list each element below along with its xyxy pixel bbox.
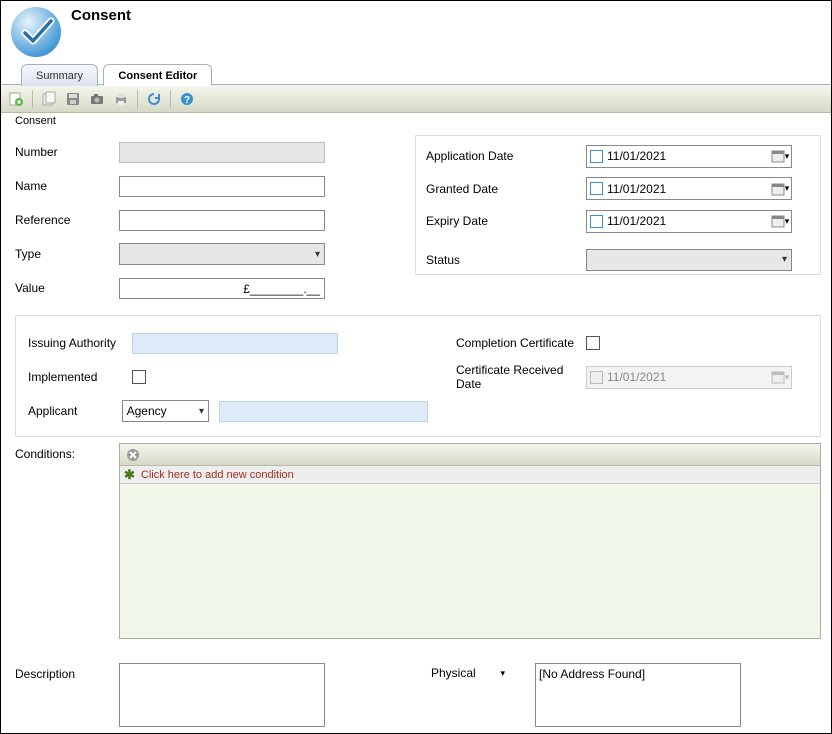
calendar-icon[interactable]: ▾	[769, 178, 791, 199]
toolbar: ?	[1, 85, 831, 113]
label-expiry-date: Expiry Date	[426, 214, 586, 228]
label-issuing-authority: Issuing Authority	[28, 336, 132, 350]
help-button[interactable]: ?	[178, 90, 196, 108]
application-date-checkbox[interactable]	[590, 150, 603, 163]
implemented-checkbox[interactable]	[132, 370, 146, 384]
app-logo	[11, 7, 61, 57]
section-consent-label: Consent	[15, 115, 821, 127]
physical-label: Physical	[431, 666, 476, 680]
tab-summary[interactable]: Summary	[21, 64, 98, 86]
type-combo[interactable]: ▾	[119, 243, 325, 265]
label-cert-received: Certificate Received Date	[456, 363, 586, 391]
label-granted-date: Granted Date	[426, 182, 586, 196]
conditions-delete-button[interactable]	[124, 446, 142, 464]
completion-cert-checkbox[interactable]	[586, 336, 600, 350]
label-conditions: Conditions:	[15, 443, 119, 639]
number-input[interactable]	[119, 142, 325, 163]
expiry-date-value: 11/01/2021	[607, 214, 765, 228]
applicant-combo-value: Agency	[127, 404, 167, 418]
conditions-grid: ✱ Click here to add new condition	[119, 443, 821, 639]
expiry-date-field[interactable]: 11/01/2021 ▾	[586, 210, 792, 233]
label-implemented: Implemented	[28, 370, 132, 384]
svg-text:?: ?	[184, 95, 190, 106]
calendar-icon[interactable]: ▾	[769, 211, 791, 232]
label-value: Value	[15, 281, 119, 295]
address-text[interactable]: [No Address Found]	[535, 663, 741, 727]
chevron-down-icon: ▾	[782, 254, 787, 265]
label-completion-cert: Completion Certificate	[456, 336, 586, 350]
name-input[interactable]	[119, 176, 325, 197]
refresh-button[interactable]	[145, 90, 163, 108]
page-title: Consent	[71, 7, 131, 24]
conditions-add-row[interactable]: ✱ Click here to add new condition	[120, 466, 820, 484]
new-button[interactable]	[7, 90, 25, 108]
reference-input[interactable]	[119, 210, 325, 231]
label-number: Number	[15, 145, 119, 159]
cert-received-date-field: 11/01/2021 ▾	[586, 366, 792, 389]
label-application-date: Application Date	[426, 149, 586, 163]
applicant-text-input[interactable]	[219, 401, 428, 422]
camera-button[interactable]	[88, 90, 106, 108]
tab-consent-editor[interactable]: Consent Editor	[103, 64, 212, 86]
granted-date-value: 11/01/2021	[607, 182, 765, 196]
calendar-icon: ▾	[769, 367, 791, 388]
label-status: Status	[426, 253, 586, 267]
granted-date-field[interactable]: 11/01/2021 ▾	[586, 177, 792, 200]
label-reference: Reference	[15, 213, 119, 227]
expiry-date-checkbox[interactable]	[590, 215, 603, 228]
conditions-add-text: Click here to add new condition	[141, 469, 294, 481]
application-date-value: 11/01/2021	[607, 149, 765, 163]
cert-received-checkbox	[590, 371, 603, 384]
description-textarea[interactable]	[119, 663, 325, 727]
conditions-toolbar	[120, 444, 820, 466]
chevron-down-icon: ▾	[315, 249, 320, 260]
cert-received-value: 11/01/2021	[607, 370, 765, 384]
label-description: Description	[15, 663, 119, 727]
label-applicant: Applicant	[28, 404, 122, 418]
copy-button[interactable]	[40, 90, 58, 108]
chevron-down-icon: ▾	[199, 406, 204, 417]
save-button[interactable]	[64, 90, 82, 108]
label-name: Name	[15, 179, 119, 193]
value-input[interactable]: £________.__	[119, 278, 325, 299]
application-date-field[interactable]: 11/01/2021 ▾	[586, 145, 792, 168]
calendar-icon[interactable]: ▾	[769, 146, 791, 167]
applicant-combo[interactable]: Agency ▾	[122, 400, 209, 422]
physical-combo[interactable]: Physical ▾	[425, 663, 511, 683]
print-button[interactable]	[112, 90, 130, 108]
status-combo[interactable]: ▾	[586, 249, 792, 271]
asterisk-icon: ✱	[124, 467, 135, 483]
issuing-authority-input[interactable]	[132, 333, 338, 354]
granted-date-checkbox[interactable]	[590, 182, 603, 195]
chevron-down-icon: ▾	[500, 668, 505, 679]
label-type: Type	[15, 247, 119, 261]
